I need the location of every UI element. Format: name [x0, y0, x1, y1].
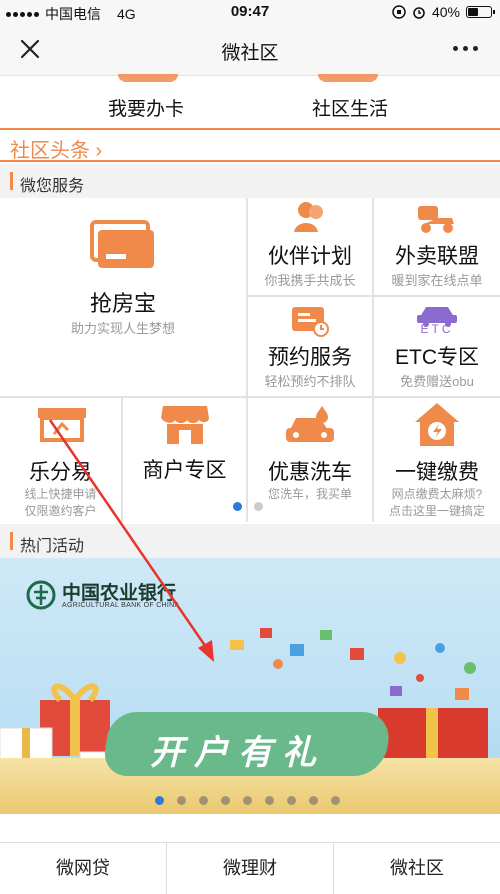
service-etc-subtitle: 免费赠送obu: [400, 374, 474, 389]
service-housing-title: 抢房宝: [89, 291, 156, 316]
service-page-indicator: [233, 502, 242, 511]
service-payment[interactable]: 一键缴费 网点缴费太麻烦? 点击这里一键搞定: [374, 398, 500, 522]
service-page-indicator-2: [254, 502, 263, 511]
bank-name: 中国农业银行: [62, 582, 177, 604]
service-partner-title: 伙伴计划: [268, 245, 352, 268]
promo-text: 开户有礼: [150, 734, 326, 772]
nav-bar: 微社区: [0, 24, 500, 76]
service-installment[interactable]: 乐分易 线上快捷申请 仅限邀约客户: [0, 398, 121, 522]
service-merchant-title: 商户专区: [142, 459, 227, 482]
service-etc[interactable]: ETC ETC专区 免费赠送obu: [374, 297, 500, 396]
service-payment-title: 一键缴费: [395, 461, 479, 484]
etc-badge-label: ETC: [420, 322, 454, 336]
service-carwash[interactable]: 优惠洗车 您洗车，我买单: [248, 398, 372, 522]
service-etc-title: ETC专区: [395, 346, 479, 369]
tab-micro-finance[interactable]: 微理财: [167, 843, 334, 894]
card-icon-arc: [118, 74, 178, 82]
quick-link-card[interactable]: 我要办卡: [76, 94, 216, 121]
scooter-icon: [418, 206, 454, 233]
service-appointment[interactable]: 预约服务 轻松预约不排队: [248, 297, 372, 396]
tab-micro-community[interactable]: 微社区: [334, 843, 500, 894]
page-title: 微社区: [221, 43, 279, 64]
tab-micro-loan[interactable]: 微网贷: [0, 843, 167, 894]
service-carwash-title: 优惠洗车: [268, 461, 352, 484]
quick-link-community[interactable]: 社区生活: [280, 94, 420, 121]
community-icon-arc: [318, 74, 378, 82]
rotation-lock-icon: [392, 5, 406, 19]
car-wash-icon: [286, 406, 334, 442]
service-payment-subtitle: 网点缴费太麻烦? 点击这里一键搞定: [388, 487, 485, 518]
services-grid: 抢房宝 助力实现人生梦想 伙伴计划 你我携手共成长 外卖联盟 暖到家在线点单 预…: [0, 198, 500, 522]
service-appointment-subtitle: 轻松预约不排队: [264, 374, 356, 389]
partner-icon: [294, 202, 323, 232]
service-partner[interactable]: 伙伴计划 你我携手共成长: [248, 198, 372, 295]
alarm-icon: [413, 7, 425, 19]
shop-icon: [161, 406, 209, 444]
service-takeout-title: 外卖联盟: [395, 245, 479, 268]
service-merchant[interactable]: 商户专区: [123, 398, 246, 522]
status-bar: 中国电信 4G 09:47 40%: [0, 0, 500, 24]
activities-section-header: 热门活动: [0, 524, 500, 558]
service-installment-subtitle: 线上快捷申请 仅限邀约客户: [24, 487, 97, 518]
service-installment-title: 乐分易: [29, 461, 92, 484]
abc-logo-icon: [26, 580, 56, 610]
services-section-header: 微您服务: [0, 164, 500, 198]
quick-links: 我要办卡 社区生活: [0, 74, 500, 126]
card-icon: [90, 220, 154, 268]
battery-percent: 40%: [431, 4, 460, 20]
service-housing-subtitle: 助力实现人生梦想: [70, 321, 175, 336]
installment-icon: [38, 408, 86, 442]
banner-page-indicator: [155, 796, 340, 805]
services-header-label: 微您服务: [20, 178, 85, 195]
service-housing[interactable]: 抢房宝 助力实现人生梦想: [0, 198, 246, 396]
promo-banner[interactable]: 中国农业银行 AGRICULTURAL BANK OF CHINA 开户有礼: [0, 558, 500, 814]
service-appointment-title: 预约服务: [268, 346, 352, 369]
activities-header-label: 热门活动: [20, 538, 85, 555]
service-takeout-subtitle: 暖到家在线点单: [391, 273, 483, 288]
battery-icon: [466, 6, 495, 18]
headline-label: 社区头条 ›: [10, 140, 103, 162]
community-headline[interactable]: 社区头条 ›: [0, 128, 500, 162]
payment-house-icon: [415, 403, 459, 446]
more-icon[interactable]: [453, 46, 478, 51]
service-partner-subtitle: 你我携手共成长: [264, 273, 356, 288]
bank-name-en: AGRICULTURAL BANK OF CHINA: [62, 602, 180, 609]
service-takeout[interactable]: 外卖联盟 暖到家在线点单: [374, 198, 500, 295]
confetti-icon: [230, 628, 364, 669]
service-carwash-subtitle: 您洗车，我买单: [267, 487, 352, 501]
appointment-icon: [292, 307, 329, 337]
bottom-tab-bar: 微网贷 微理财 微社区: [0, 842, 500, 894]
